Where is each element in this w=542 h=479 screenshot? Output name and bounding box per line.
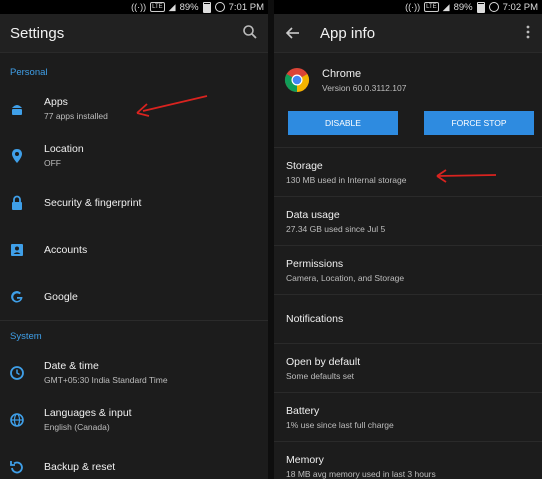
annotation-arrow-storage bbox=[436, 169, 497, 183]
clock-icon bbox=[10, 365, 24, 380]
google-icon bbox=[11, 290, 23, 302]
settings-item-title: Backup & reset bbox=[44, 460, 116, 473]
location-pin-icon bbox=[12, 148, 22, 163]
annotation-arrow-apps bbox=[136, 95, 208, 117]
app-info-list: Storage 130 MB used in Internal storage … bbox=[274, 147, 542, 479]
info-item-title: Data usage bbox=[286, 208, 340, 221]
section-header-personal: Personal bbox=[10, 67, 48, 78]
info-item-memory[interactable]: Memory 18 MB avg memory used in last 3 h… bbox=[274, 442, 542, 479]
clock-time: 7:01 PM bbox=[228, 1, 264, 13]
app-version: Version 60.0.3112.107 bbox=[322, 83, 407, 93]
info-item-subtitle: 27.34 GB used since Jul 5 bbox=[286, 223, 386, 234]
force-stop-button[interactable]: FORCE STOP bbox=[424, 111, 534, 135]
info-item-title: Open by default bbox=[286, 355, 361, 368]
info-item-subtitle: 1% use since last full charge bbox=[286, 419, 394, 430]
settings-item-title: Apps bbox=[44, 96, 68, 108]
settings-item-location[interactable]: Location OFF bbox=[0, 132, 268, 179]
info-item-title: Notifications bbox=[286, 313, 344, 325]
info-item-subtitle: Some defaults set bbox=[286, 370, 355, 381]
alarm-icon bbox=[214, 2, 225, 12]
app-header: Chrome Version 60.0.3112.107 bbox=[274, 53, 542, 115]
status-bar: ((·)) LTE ◢ 89% 7:01 PM bbox=[0, 0, 268, 14]
status-bar: ((·)) LTE ◢ 89% 7:02 PM bbox=[274, 0, 542, 14]
lte-icon: LTE bbox=[150, 2, 165, 12]
android-icon bbox=[12, 104, 22, 115]
info-item-storage[interactable]: Storage 130 MB used in Internal storage bbox=[274, 148, 542, 197]
settings-item-backup[interactable]: Backup & reset bbox=[0, 443, 268, 479]
settings-item-security[interactable]: Security & fingerprint bbox=[0, 179, 268, 226]
page-title: App info bbox=[320, 24, 376, 42]
hotspot-icon: ((·)) bbox=[405, 2, 421, 12]
chrome-logo-icon bbox=[284, 68, 310, 92]
settings-item-subtitle: OFF bbox=[44, 158, 61, 168]
app-name: Chrome bbox=[322, 68, 362, 80]
settings-item-title: Date & time bbox=[44, 360, 99, 372]
section-header-system: System bbox=[10, 331, 42, 342]
back-arrow-icon[interactable] bbox=[284, 24, 302, 42]
signal-icon: ◢ bbox=[442, 2, 450, 12]
info-item-data-usage[interactable]: Data usage 27.34 GB used since Jul 5 bbox=[274, 197, 542, 246]
info-item-subtitle: Camera, Location, and Storage bbox=[286, 272, 405, 283]
alarm-icon bbox=[488, 2, 499, 12]
settings-item-subtitle: 77 apps installed bbox=[44, 111, 108, 121]
settings-item-accounts[interactable]: Accounts bbox=[0, 226, 268, 273]
settings-screen: ((·)) LTE ◢ 89% 7:01 PM Settings Persona… bbox=[0, 0, 268, 479]
info-item-subtitle: 18 MB avg memory used in last 3 hours bbox=[286, 468, 436, 479]
battery-icon bbox=[476, 1, 485, 13]
battery-percent: 89% bbox=[179, 1, 199, 13]
backup-icon bbox=[10, 460, 23, 473]
lte-icon: LTE bbox=[424, 2, 439, 12]
signal-icon: ◢ bbox=[168, 2, 176, 12]
info-item-battery[interactable]: Battery 1% use since last full charge bbox=[274, 393, 542, 442]
settings-item-languages[interactable]: Languages & input English (Canada) bbox=[0, 396, 268, 443]
app-info-screen: ((·)) LTE ◢ 89% 7:02 PM App info Chrome … bbox=[274, 0, 542, 479]
clock-time: 7:02 PM bbox=[502, 1, 538, 13]
info-item-notifications[interactable]: Notifications bbox=[274, 295, 542, 344]
settings-item-subtitle: English (Canada) bbox=[44, 422, 110, 432]
info-item-title: Battery bbox=[286, 404, 320, 417]
settings-item-date-time[interactable]: Date & time GMT+05:30 India Standard Tim… bbox=[0, 349, 268, 396]
lock-icon bbox=[12, 195, 22, 210]
settings-item-apps[interactable]: Apps 77 apps installed bbox=[0, 85, 268, 132]
battery-icon bbox=[202, 1, 211, 13]
more-options-icon[interactable] bbox=[520, 24, 536, 40]
settings-item-title: Accounts bbox=[44, 243, 88, 256]
info-item-open-by-default[interactable]: Open by default Some defaults set bbox=[274, 344, 542, 393]
hotspot-icon: ((·)) bbox=[131, 2, 147, 12]
app-info-toolbar: App info bbox=[274, 14, 542, 53]
info-item-permissions[interactable]: Permissions Camera, Location, and Storag… bbox=[274, 246, 542, 295]
page-title: Settings bbox=[10, 24, 65, 42]
search-icon[interactable] bbox=[242, 24, 258, 40]
settings-toolbar: Settings bbox=[0, 14, 268, 53]
info-item-title: Memory bbox=[286, 453, 324, 466]
info-item-title: Permissions bbox=[286, 257, 344, 270]
action-buttons: DISABLE FORCE STOP bbox=[274, 111, 542, 135]
settings-item-title: Google bbox=[44, 290, 78, 303]
globe-icon bbox=[10, 412, 24, 427]
disable-button[interactable]: DISABLE bbox=[288, 111, 398, 135]
settings-item-title: Languages & input bbox=[44, 407, 132, 419]
battery-percent: 89% bbox=[453, 1, 473, 13]
settings-item-subtitle: GMT+05:30 India Standard Time bbox=[44, 375, 168, 385]
settings-item-google[interactable]: Google bbox=[0, 273, 268, 320]
settings-item-title: Security & fingerprint bbox=[44, 196, 142, 209]
account-box-icon bbox=[11, 243, 23, 256]
settings-item-title: Location bbox=[44, 143, 84, 155]
